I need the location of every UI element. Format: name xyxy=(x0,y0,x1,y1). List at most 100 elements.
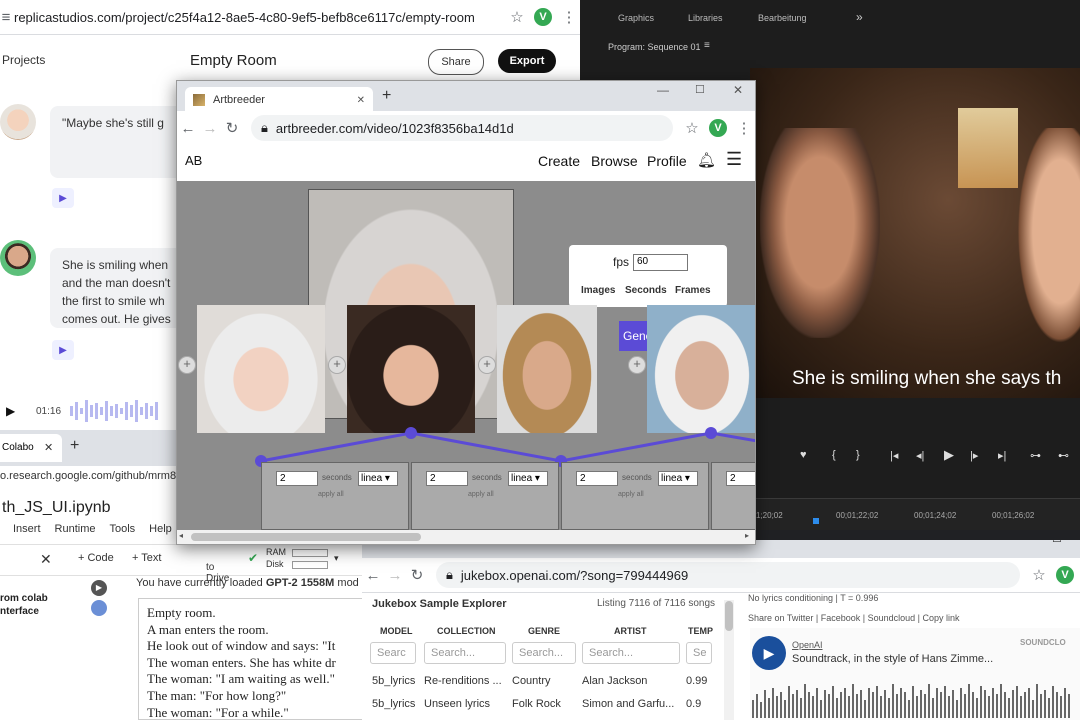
play-icon[interactable]: ▶ xyxy=(944,447,954,463)
col-collection[interactable]: COLLECTION xyxy=(437,626,496,636)
share-button[interactable]: Share xyxy=(428,49,484,75)
player-play-icon[interactable]: ▶ xyxy=(6,404,15,418)
table-scrollbar[interactable] xyxy=(724,600,734,720)
step-forward-icon[interactable]: |▸ xyxy=(970,449,978,462)
profile-avatar-icon[interactable]: V xyxy=(709,119,727,137)
interpolation-select[interactable]: linea ▾ xyxy=(358,471,398,486)
seconds-input[interactable]: 2 xyxy=(276,471,318,486)
share-links[interactable]: Share on Twitter | Facebook | Soundcloud… xyxy=(748,613,959,623)
marker-icon[interactable]: ♥ xyxy=(800,449,807,461)
artbreeder-logo[interactable]: AB xyxy=(185,153,202,168)
replica-url[interactable]: replicastudios.com/project/c25f4a12-8ae5… xyxy=(12,4,506,30)
jukebox-url[interactable]: 🔒︎ jukebox.openai.com/?song=799444969 xyxy=(436,562,1020,588)
apply-all-link[interactable]: apply all xyxy=(318,491,344,498)
tab-graphics[interactable]: Graphics xyxy=(618,13,654,23)
minimize-icon[interactable]: — xyxy=(657,83,669,97)
tab-editing[interactable]: Bearbeitung xyxy=(758,13,807,23)
add-text-button[interactable]: + Text xyxy=(132,552,161,564)
menu-tools[interactable]: Tools xyxy=(109,523,135,535)
panel-menu-icon[interactable]: ≡ xyxy=(704,40,710,51)
col-model[interactable]: MODEL xyxy=(380,626,413,636)
run-cell-icon[interactable]: ▶ xyxy=(91,580,107,596)
filter-temp-input[interactable]: Se xyxy=(686,642,712,664)
add-keyframe-icon-4[interactable]: + xyxy=(628,356,646,374)
soundcloud-play-button[interactable]: ▶ xyxy=(752,636,786,670)
col-genre[interactable]: GENRE xyxy=(528,626,560,636)
keyframe-image-3[interactable] xyxy=(497,305,597,433)
tab-libraries[interactable]: Libraries xyxy=(688,13,723,23)
waveform[interactable] xyxy=(70,396,180,426)
keyframe-image-2[interactable] xyxy=(347,305,475,433)
scroll-right-icon[interactable]: ▸ xyxy=(745,531,749,540)
col-temp[interactable]: TEMP xyxy=(688,626,713,636)
bookmark-star-icon[interactable]: ☆ xyxy=(506,8,528,26)
notebook-title[interactable]: th_JS_UI.ipynb xyxy=(2,499,111,517)
add-code-button[interactable]: + Code xyxy=(78,552,114,564)
soundcloud-waveform[interactable] xyxy=(750,678,1080,718)
play-line-button[interactable]: ▶ xyxy=(52,188,74,208)
go-to-out-icon[interactable]: ▸| xyxy=(998,449,1006,462)
menu-help[interactable]: Help xyxy=(149,523,172,535)
filter-artist-input[interactable]: Search... xyxy=(582,642,680,664)
nav-create[interactable]: Create xyxy=(538,153,580,169)
reload-icon[interactable]: ↻ xyxy=(221,119,243,137)
keyframe-image-4[interactable] xyxy=(647,305,755,433)
profile-avatar-icon[interactable]: V xyxy=(534,8,552,26)
col-artist[interactable]: ARTIST xyxy=(614,626,647,636)
bookmark-star-icon[interactable]: ☆ xyxy=(1028,566,1050,584)
reload-icon[interactable]: ↻ xyxy=(406,566,428,584)
new-tab-icon[interactable]: + xyxy=(382,87,391,105)
back-icon[interactable]: ← xyxy=(177,120,199,137)
back-icon[interactable]: ← xyxy=(362,567,384,584)
close-window-icon[interactable]: ✕ xyxy=(733,83,743,97)
resource-dropdown-icon[interactable]: ▾ xyxy=(334,553,339,564)
tune-icon[interactable]: ≡ xyxy=(0,9,12,26)
add-keyframe-icon-1[interactable]: + xyxy=(178,356,196,374)
mark-in-icon[interactable]: { xyxy=(832,449,836,461)
add-keyframe-icon-3[interactable]: + xyxy=(478,356,496,374)
seconds-input[interactable]: 2 xyxy=(726,471,755,486)
add-keyframe-icon-2[interactable]: + xyxy=(328,356,346,374)
maximize-icon[interactable]: ☐ xyxy=(1052,540,1062,545)
interpolation-select[interactable]: linea ▾ xyxy=(658,471,698,486)
forward-icon[interactable]: → xyxy=(199,120,221,137)
mark-out-icon[interactable]: } xyxy=(856,449,860,461)
menu-insert[interactable]: Insert xyxy=(13,523,41,535)
seconds-input[interactable]: 2 xyxy=(576,471,618,486)
story-textarea[interactable]: Empty room. A man enters the room. He lo… xyxy=(138,598,365,720)
close-panel-icon[interactable]: ✕ xyxy=(40,551,52,568)
apply-all-link[interactable]: apply all xyxy=(618,491,644,498)
colab-url[interactable]: o.research.google.com/github/mrm8 xyxy=(0,470,176,488)
horizontal-scrollbar[interactable]: ◂ ▸ xyxy=(177,530,755,544)
forward-icon[interactable]: → xyxy=(384,567,406,584)
keyframe-image-1[interactable] xyxy=(197,305,325,433)
export-button[interactable]: Export xyxy=(498,49,556,73)
filter-collection-input[interactable]: Search... xyxy=(424,642,506,664)
step-back-icon[interactable]: ◂| xyxy=(916,449,924,462)
scroll-left-icon[interactable]: ◂ xyxy=(179,531,183,540)
maximize-icon[interactable]: ☐ xyxy=(695,83,705,96)
filter-model-input[interactable]: Searc xyxy=(370,642,416,664)
scrollbar-thumb[interactable] xyxy=(191,533,421,541)
new-tab-icon[interactable]: + xyxy=(70,437,79,455)
seconds-input[interactable]: 2 xyxy=(426,471,468,486)
menu-dots-icon[interactable]: ⋮ xyxy=(733,119,755,137)
profile-avatar-icon[interactable]: V xyxy=(1056,566,1074,584)
more-tabs-icon[interactable]: » xyxy=(856,10,863,24)
nav-profile[interactable]: Profile xyxy=(647,153,687,169)
close-tab-icon[interactable]: ✕ xyxy=(357,95,365,106)
menu-dots-icon[interactable]: ⋮ xyxy=(558,8,580,26)
lift-icon[interactable]: ⊶ xyxy=(1030,449,1041,462)
interpolation-select[interactable]: linea ▾ xyxy=(508,471,548,486)
extract-icon[interactable]: ⊷ xyxy=(1058,449,1069,462)
hamburger-menu-icon[interactable]: ☰ xyxy=(726,149,742,170)
playhead[interactable] xyxy=(813,518,819,524)
filter-genre-input[interactable]: Search... xyxy=(512,642,576,664)
close-tab-icon[interactable]: ✕ xyxy=(44,441,53,454)
fps-input[interactable]: 60 xyxy=(633,254,688,271)
bookmark-star-icon[interactable]: ☆ xyxy=(681,119,703,137)
artbreeder-tab[interactable]: Artbreeder ✕ xyxy=(185,87,373,113)
notification-bell-icon[interactable]: 🔔︎ xyxy=(697,151,716,169)
projects-link[interactable]: Projects xyxy=(2,53,45,67)
artbreeder-url[interactable]: 🔒︎ artbreeder.com/video/1023f8356ba14d1d xyxy=(251,115,673,141)
